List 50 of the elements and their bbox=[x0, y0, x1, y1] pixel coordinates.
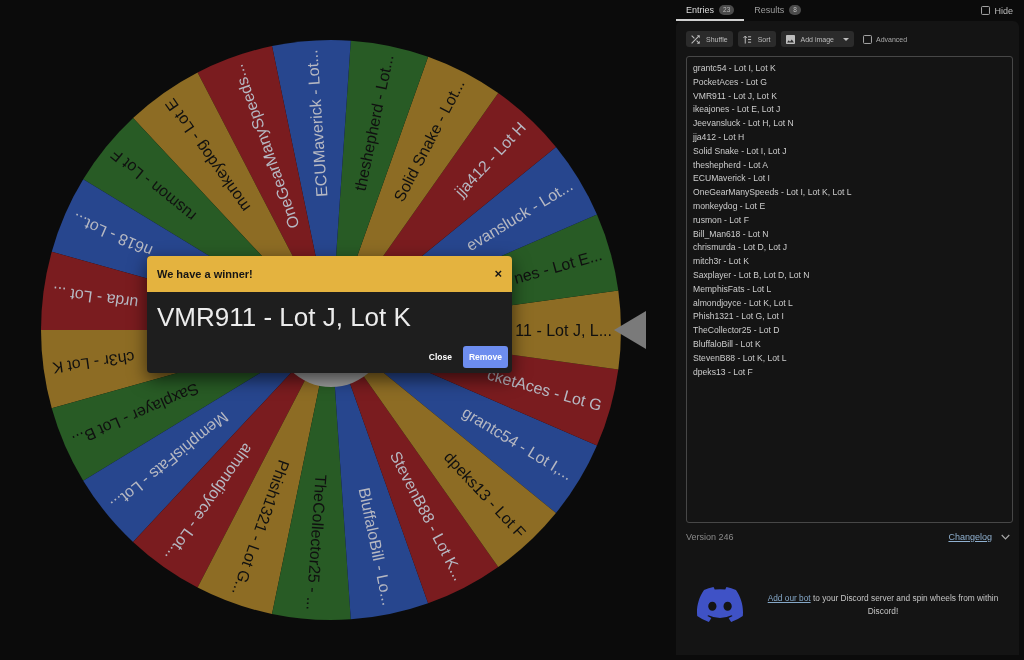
sort-icon bbox=[742, 34, 752, 44]
entry-line: MemphisFats - Lot L bbox=[693, 282, 773, 296]
wheel-label: ch3r - Lot K bbox=[51, 348, 136, 377]
wheel-label: nes - Lot E... bbox=[511, 246, 604, 287]
entry-line: Phish1321 - Lot G, Lot I bbox=[693, 310, 785, 324]
image-icon bbox=[785, 34, 795, 44]
wheel-label: urda - Lot ... bbox=[51, 283, 140, 312]
entry-line: monkeydog - Lot E bbox=[693, 199, 767, 213]
changelog-link[interactable]: Changelog bbox=[948, 532, 992, 542]
wheel-label: 11 - Lot J, L... bbox=[515, 321, 612, 339]
entry-line: Jeevansluck - Lot H, Lot N bbox=[693, 117, 795, 131]
discord-promo-text: Add our bot to your Discord server and spin wheels from within Discord! bbox=[766, 591, 1000, 618]
close-button[interactable]: Close bbox=[421, 346, 459, 368]
entry-line: Solid Snake - Lot I, Lot J bbox=[693, 144, 788, 158]
wheel-label: BluffaloBill - Lo... bbox=[355, 486, 397, 607]
dialog-close-button[interactable]: × bbox=[490, 267, 506, 281]
entry-line: mitch3r - Lot K bbox=[693, 255, 750, 269]
wheel-label: ECUMaverick - Lot... bbox=[303, 49, 331, 198]
chevron-down-icon[interactable] bbox=[1001, 534, 1010, 540]
entry-line: Saxplayer - Lot B, Lot D, Lot N bbox=[693, 268, 811, 282]
entry-line: chrismurda - Lot D, Lot J bbox=[693, 241, 789, 255]
hide-label[interactable]: Hide bbox=[994, 5, 1013, 16]
entry-line: ECUMaverick - Lot I bbox=[693, 172, 771, 186]
entry-line: grantc54 - Lot I, Lot K bbox=[693, 62, 777, 75]
entries-textarea[interactable] bbox=[686, 56, 1013, 523]
shuffle-icon bbox=[691, 34, 700, 44]
entry-line: rusmon - Lot F bbox=[693, 213, 750, 227]
entry-line: TheCollector25 - Lot D bbox=[693, 324, 781, 338]
entry-line: Bill_Man618 - Lot N bbox=[693, 227, 770, 241]
pointer-icon bbox=[614, 311, 646, 349]
entry-line: almondjoyce - Lot K, Lot L bbox=[693, 296, 794, 310]
dialog-title: We have a winner! bbox=[157, 268, 253, 280]
entry-line: jja412 - Lot H bbox=[693, 131, 746, 144]
entry-line: ikeajones - Lot E, Lot J bbox=[693, 103, 782, 117]
winner-text: VMR911 - Lot J, Lot K bbox=[156, 301, 412, 334]
add-bot-link[interactable]: Add our bot bbox=[767, 592, 811, 603]
version-text: Version 246 bbox=[686, 532, 734, 542]
entry-line: VMR911 - Lot J, Lot K bbox=[693, 89, 778, 103]
entry-line: dpeks13 - Lot F bbox=[693, 365, 754, 379]
entry-line: BluffaloBill - Lot K bbox=[693, 337, 762, 351]
entry-line: StevenB88 - Lot K, Lot L bbox=[693, 351, 788, 365]
wheel-label: TheCollector25 - ... bbox=[303, 474, 330, 611]
entry-line: OneGearManySpeeds - Lot I, Lot K, Lot L bbox=[693, 186, 853, 200]
wheel-label: n618 - Lot... bbox=[69, 210, 155, 260]
hide-checkbox[interactable] bbox=[981, 6, 991, 15]
advanced-checkbox[interactable] bbox=[863, 34, 872, 44]
discord-logo-icon bbox=[697, 587, 743, 622]
entry-line: theshepherd - Lot A bbox=[693, 158, 769, 172]
entry-line: PocketAces - Lot G bbox=[693, 75, 769, 89]
wheel-label: cketAces - Lot G bbox=[485, 365, 604, 414]
